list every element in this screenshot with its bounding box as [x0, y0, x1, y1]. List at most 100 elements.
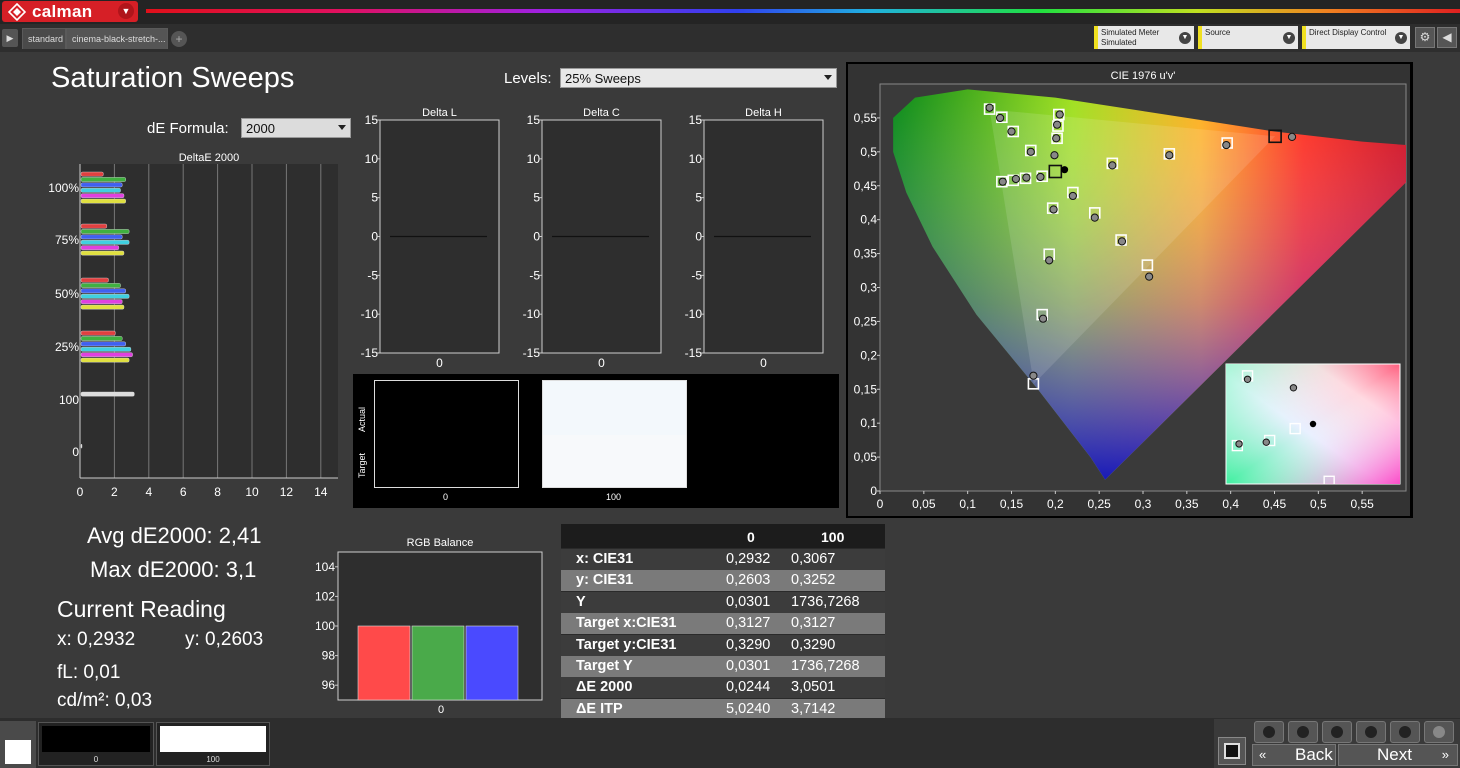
row-label: ΔE ITP: [576, 700, 623, 717]
y-tick-label: 75%: [55, 233, 79, 247]
row-value-100: 0,3127: [791, 615, 836, 632]
deltae-bar: [80, 239, 130, 245]
app-menu-chevron-icon[interactable]: ▼: [118, 3, 134, 19]
deltae-bar: [80, 229, 130, 234]
x-tick-label: 8: [214, 485, 221, 499]
y-tick-label: 50%: [55, 287, 79, 301]
x-tick-label: 14: [314, 485, 328, 499]
y-tick-label: 98: [322, 649, 336, 663]
row-value-0: 0,2603: [726, 572, 771, 589]
play-circle-icon: [1297, 726, 1309, 738]
stop-circle-icon: [1263, 726, 1275, 738]
collapse-arrow-icon[interactable]: ◀: [1437, 27, 1457, 48]
x-tick-label: 0,55: [1350, 497, 1374, 511]
measured-point: [1145, 272, 1154, 281]
y-tick-label: 104: [315, 560, 335, 574]
formula-select[interactable]: 2000: [241, 118, 351, 138]
y-tick-label: 0: [870, 484, 877, 498]
deltae-bar: [80, 330, 116, 336]
x-tick-label: 0,25: [1087, 497, 1111, 511]
y-tick-label: 0,25: [854, 314, 878, 328]
swatch-0: [374, 380, 519, 488]
display-control-selector[interactable]: Direct Display Control ▼: [1302, 26, 1410, 49]
deltae-bar: [80, 357, 130, 363]
measured-point: [1055, 110, 1064, 119]
x-tick-label: 0: [77, 485, 84, 499]
chart-title: Delta C: [583, 107, 620, 119]
row-value-100: 1736,7268: [791, 593, 860, 610]
row-value-100: 3,0501: [791, 679, 836, 696]
play-arrow-icon[interactable]: ▶: [2, 29, 18, 47]
app-name: calman: [32, 1, 93, 21]
delta-h-chart: Delta H151050-5-10-150: [685, 107, 824, 370]
table-row: Target y:CIE31 0,3290 0,3290: [561, 634, 885, 656]
next-button[interactable]: Next »: [1338, 744, 1458, 766]
x-tick-label: 0,4: [1222, 497, 1239, 511]
measured-point: [1090, 213, 1099, 222]
x-tick-label: 0,15: [1000, 497, 1024, 511]
tab-cinema-black-stretch[interactable]: cinema-black-stretch-...: [66, 28, 168, 49]
deltae-bar: [80, 346, 132, 352]
point-100-button[interactable]: 100: [156, 722, 270, 766]
y-tick-label: 0: [72, 445, 79, 459]
swatch-label-0: 0: [443, 492, 449, 502]
point-0-button[interactable]: 0: [38, 722, 154, 766]
deltae-bar: [80, 336, 123, 341]
loop-button[interactable]: [1356, 721, 1386, 743]
back-button[interactable]: « Back: [1252, 744, 1336, 766]
play-button[interactable]: [1288, 721, 1318, 743]
add-tab-icon[interactable]: +: [171, 31, 187, 47]
row-value-0: 0,2932: [726, 551, 771, 567]
y-tick-label: -5: [367, 268, 378, 282]
source-selector[interactable]: Source ▼: [1198, 26, 1298, 49]
row-label: Y: [576, 593, 586, 610]
deltae-bar: [80, 234, 123, 240]
deltae-bar: [80, 288, 126, 294]
y-tick-label: 102: [315, 589, 335, 603]
stop-button[interactable]: [1218, 737, 1246, 765]
swatch-100: [542, 380, 687, 488]
x-tick-label: 2: [111, 485, 118, 499]
chevron-down-icon: ▼: [1179, 32, 1191, 44]
y-tick-label: 100%: [48, 181, 79, 195]
y-tick-label: -10: [685, 307, 703, 321]
actual-label: Actual: [357, 406, 367, 432]
chart-title: DeltaE 2000: [179, 152, 240, 164]
measured-point: [1022, 173, 1031, 182]
table-row: ΔE ITP 5,0240 3,7142: [561, 698, 885, 720]
deltae-bar: [80, 250, 125, 256]
pattern-white-swatch: [5, 740, 31, 764]
reading-y: y: 0,2603: [185, 629, 264, 650]
chart-title: Delta H: [745, 107, 782, 119]
y-tick-label: -5: [691, 268, 702, 282]
inset-white-point: [1309, 420, 1317, 428]
row-label: ΔE 2000: [576, 679, 633, 696]
y-tick-label: 15: [527, 113, 541, 127]
refresh-button[interactable]: [1390, 721, 1420, 743]
measured-point: [1050, 151, 1059, 160]
row-value-100: 0,3067: [791, 551, 836, 567]
x-tick-label: 0,05: [912, 497, 936, 511]
x-tick-label: 0,3: [1135, 497, 1152, 511]
column-header-100: 100: [821, 529, 845, 545]
hold-button[interactable]: [1322, 721, 1352, 743]
y-tick-label: 10: [365, 152, 379, 166]
deltae-bar: [80, 352, 133, 358]
y-tick-label: 10: [689, 152, 703, 166]
inset-measured-point: [1262, 438, 1270, 446]
extra-button[interactable]: [1424, 721, 1454, 743]
x-tick-label: 0,45: [1263, 497, 1287, 511]
y-tick-label: 0,1: [860, 416, 877, 430]
app-window: calman ▼ ▶ standard cinema-black-stretch…: [0, 0, 1460, 768]
formula-value: 2000: [246, 121, 275, 136]
tab-standard[interactable]: standard: [22, 28, 66, 49]
measured-point: [998, 177, 1007, 186]
x-tick-label: 0,2: [1047, 497, 1064, 511]
point-0-label: 0: [93, 755, 99, 764]
stop-measure-button[interactable]: [1254, 721, 1284, 743]
row-value-0: 0,0301: [726, 658, 771, 674]
meter-selector[interactable]: Simulated Meter Simulated ▼: [1094, 26, 1194, 49]
levels-select[interactable]: 25% Sweeps: [560, 68, 837, 88]
inset-measured-point: [1235, 440, 1243, 448]
settings-gear-icon[interactable]: ⚙: [1415, 27, 1435, 48]
